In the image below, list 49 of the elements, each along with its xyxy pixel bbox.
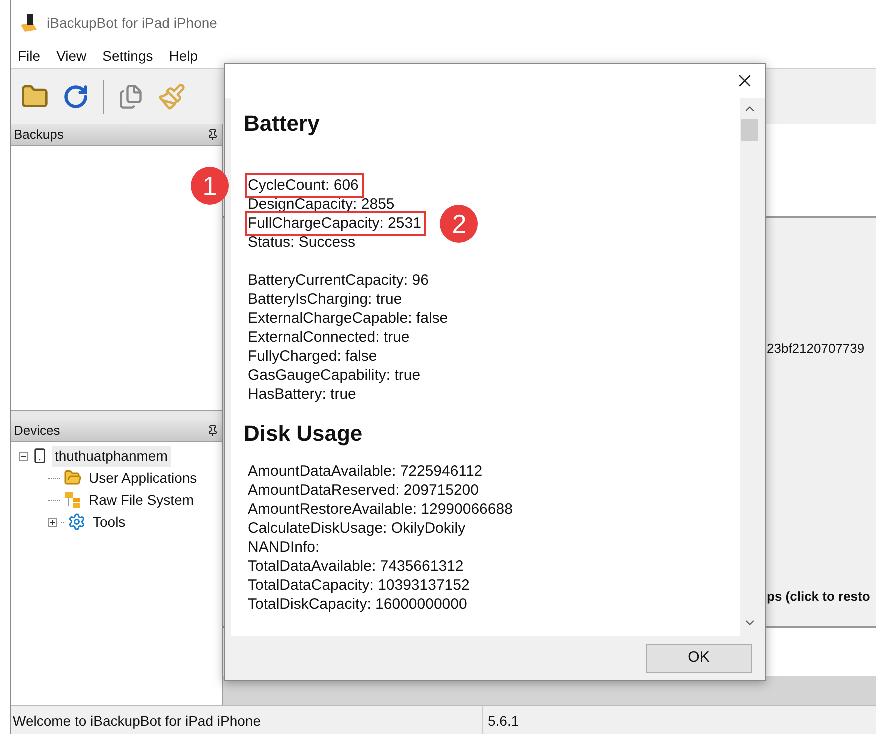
property-line: HasBattery: true xyxy=(248,385,356,404)
menu-item[interactable]: Help xyxy=(169,46,198,66)
property-line: Status: Success xyxy=(248,233,356,252)
property-line: ExternalConnected: true xyxy=(248,328,410,347)
panel-title: Devices xyxy=(14,422,60,440)
property-line: AmountDataReserved: 209715200 xyxy=(248,481,479,500)
property-line: TotalDataAvailable: 7435661312 xyxy=(248,557,464,576)
gear-icon xyxy=(68,513,86,531)
ok-button[interactable]: OK xyxy=(646,644,752,672)
info-text: ps (click to resto xyxy=(767,588,872,606)
property-line: FullyCharged: false xyxy=(248,347,378,366)
pin-icon[interactable] xyxy=(207,424,219,436)
collapse-toggle[interactable] xyxy=(19,452,28,460)
window-title: iBackupBot for iPad iPhone xyxy=(47,14,218,33)
refresh-icon[interactable] xyxy=(63,84,89,110)
property-line: DesignCapacity: 2855 xyxy=(248,195,395,214)
info-text: 23bf2120707739 xyxy=(767,340,866,358)
property-line: TotalDataCapacity: 10393137152 xyxy=(248,576,470,595)
status-text: Welcome to iBackupBot for iPad iPhone xyxy=(11,706,483,734)
menu-item[interactable]: File xyxy=(18,46,41,66)
app-icon xyxy=(19,13,39,33)
folder-tree-icon xyxy=(64,491,82,509)
property-line: TotalDiskCapacity: 16000000000 xyxy=(248,595,468,614)
menu-item[interactable]: View xyxy=(56,46,87,66)
property-line: BatteryIsCharging: true xyxy=(248,290,402,309)
property-line: AmountRestoreAvailable: 12990066688 xyxy=(248,500,513,519)
property-line: NANDInfo: xyxy=(248,538,320,557)
scroll-thumb[interactable] xyxy=(741,119,758,141)
tree-item[interactable]: Tools xyxy=(90,512,129,532)
number-marker: 2 xyxy=(440,205,478,243)
section-heading: Battery xyxy=(244,110,321,138)
tree-item[interactable]: Raw File System xyxy=(86,490,198,510)
property-line: BatteryCurrentCapacity: 96 xyxy=(248,271,429,290)
pin-icon[interactable] xyxy=(207,128,219,140)
expand-toggle[interactable] xyxy=(48,518,57,526)
folder-icon xyxy=(64,469,82,487)
folder-icon[interactable] xyxy=(21,82,49,110)
tree-item[interactable]: thuthuatphanmem xyxy=(52,446,171,466)
version-text: 5.6.1 xyxy=(487,712,520,731)
section-heading: Disk Usage xyxy=(244,420,364,448)
property-line: CalculateDiskUsage: OkilyDokily xyxy=(248,519,466,538)
copy-icon[interactable] xyxy=(118,84,144,110)
property-line: ExternalChargeCapable: false xyxy=(248,309,448,328)
phone-icon xyxy=(32,448,48,464)
menu-item[interactable]: Settings xyxy=(102,46,154,66)
tree-item[interactable]: User Applications xyxy=(86,468,200,488)
property-line: GasGaugeCapability: true xyxy=(248,366,421,385)
panel-title: Backups xyxy=(14,126,64,144)
property-line: AmountDataAvailable: 7225946112 xyxy=(248,462,483,481)
